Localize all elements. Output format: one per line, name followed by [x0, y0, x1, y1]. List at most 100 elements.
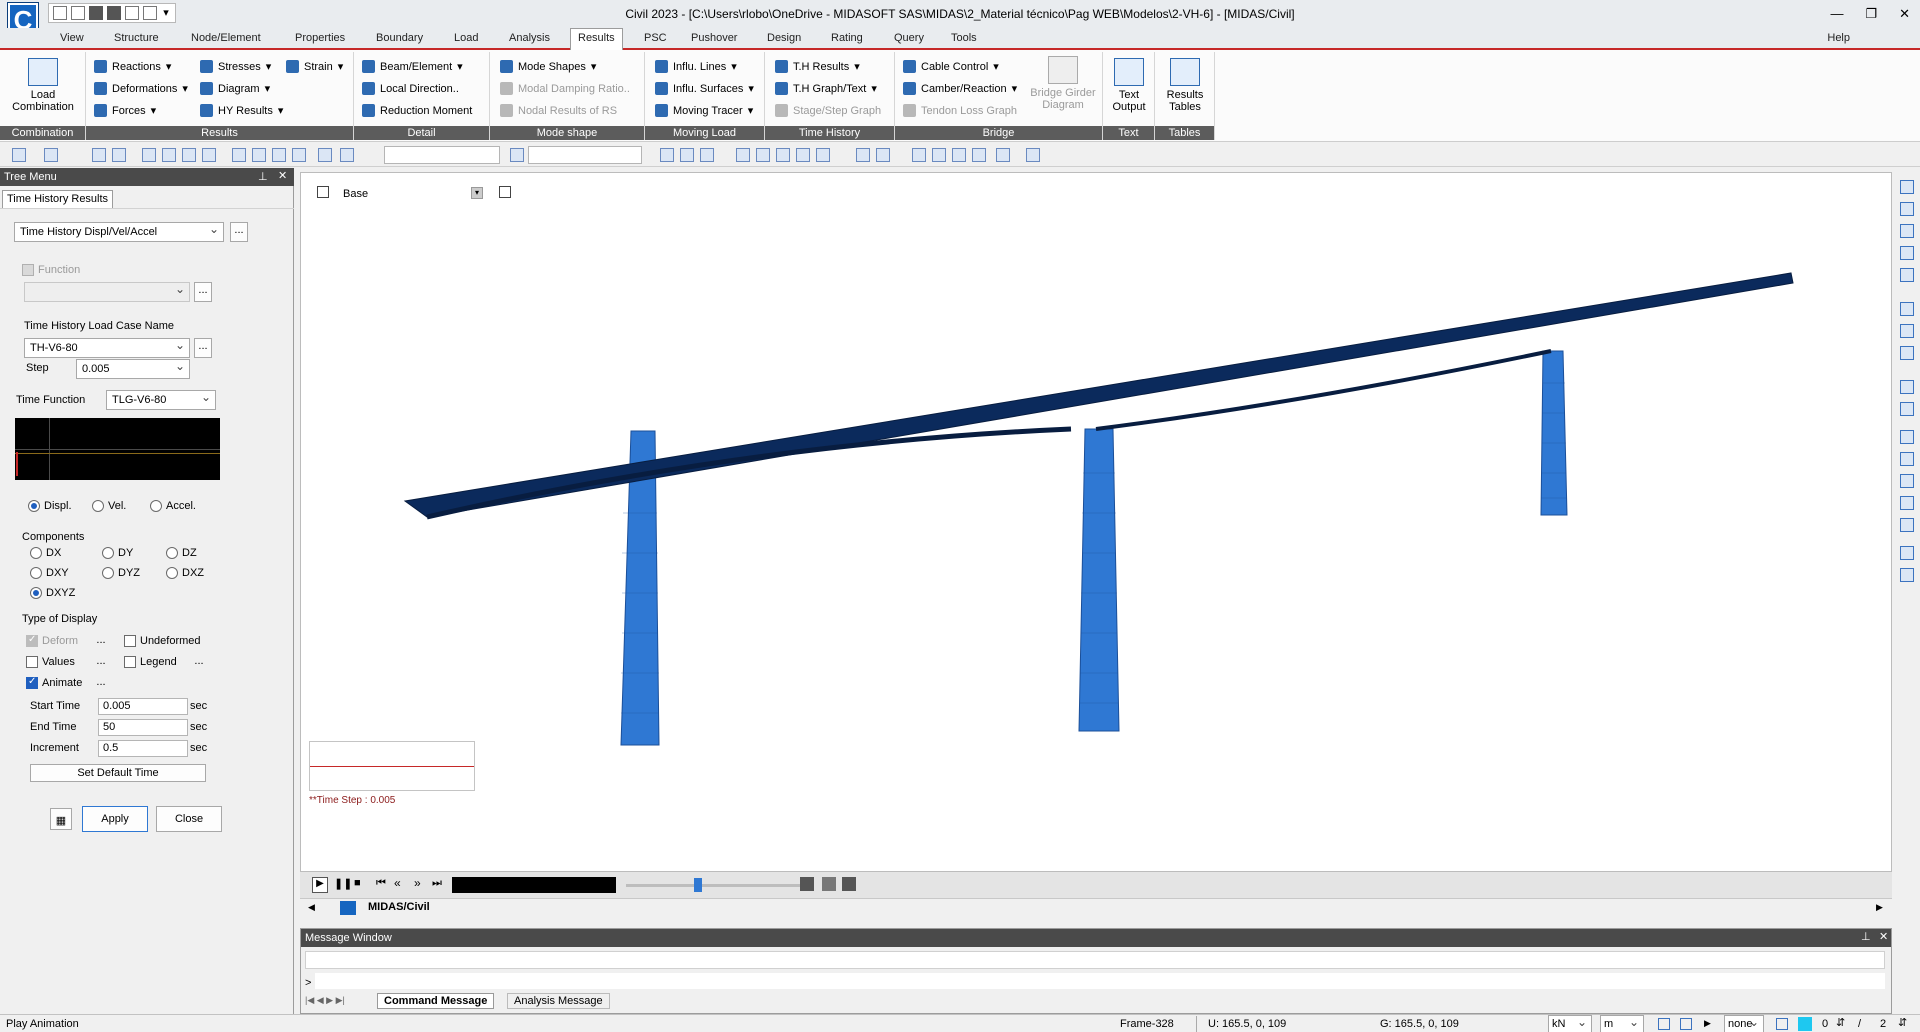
record-icon[interactable] — [800, 877, 814, 891]
scroll-left-icon[interactable]: ◀ — [308, 902, 315, 913]
legend-checkbox[interactable]: Legend — [124, 656, 177, 668]
selection-combo[interactable] — [384, 146, 500, 164]
pin-icon[interactable]: ⊥ — [258, 170, 268, 183]
labels-icon[interactable] — [1900, 430, 1914, 444]
scroll-right-icon[interactable]: ▶ — [1876, 902, 1883, 913]
strain-button[interactable]: Strain ▾ — [286, 60, 343, 73]
top-view-icon[interactable] — [796, 148, 810, 162]
activation-combo[interactable] — [528, 146, 642, 164]
capture-icon[interactable]: ▦ — [50, 808, 72, 830]
moving-tracer-button[interactable]: Moving Tracer ▾ — [655, 104, 753, 117]
select-volume-icon[interactable] — [182, 148, 196, 162]
influ-surfaces-button[interactable]: Influ. Surfaces ▾ — [655, 82, 754, 95]
redo-icon[interactable] — [44, 148, 58, 162]
snap-grid-icon[interactable] — [1680, 1018, 1692, 1030]
camber-reaction-button[interactable]: Camber/Reaction ▾ — [903, 82, 1017, 95]
restore-icon[interactable]: ❐ — [1865, 6, 1877, 22]
left-view-icon[interactable] — [816, 148, 830, 162]
load-display-icon[interactable] — [1900, 474, 1914, 488]
iso-view-icon[interactable] — [776, 148, 790, 162]
grid-icon[interactable] — [1900, 546, 1914, 560]
activate-icon[interactable] — [510, 148, 524, 162]
frame-slider-thumb[interactable] — [694, 878, 702, 892]
element-number-icon[interactable] — [876, 148, 890, 162]
forces-button[interactable]: Forces ▾ — [94, 104, 156, 117]
tab-analysis[interactable]: Analysis — [509, 32, 550, 44]
display-options-icon[interactable] — [1900, 380, 1914, 394]
select-all-icon[interactable] — [202, 148, 216, 162]
load-combination-button[interactable]: Load Combination — [8, 58, 78, 113]
initial-view-icon[interactable] — [1026, 148, 1040, 162]
apply-button[interactable]: Apply — [82, 806, 148, 832]
tab-tools[interactable]: Tools — [951, 32, 977, 44]
tab-query[interactable]: Query — [894, 32, 924, 44]
function-more-button[interactable]: ... — [194, 282, 212, 302]
spin-icon[interactable]: ⇵ — [1898, 1016, 1907, 1029]
zoom-in-icon[interactable] — [1900, 224, 1914, 238]
end-time-input[interactable]: 50 — [98, 719, 188, 736]
node-number-icon[interactable] — [856, 148, 870, 162]
animate-more-button[interactable]: ... — [92, 675, 110, 691]
perspective-icon[interactable] — [972, 148, 986, 162]
cable-control-button[interactable]: Cable Control ▾ — [903, 60, 999, 73]
tab-design[interactable]: Design — [767, 32, 801, 44]
text-output-button[interactable]: Text Output — [1107, 58, 1151, 113]
query-icon-status[interactable] — [1776, 1018, 1788, 1030]
query-icon[interactable] — [318, 148, 332, 162]
component-dyz-radio[interactable]: DYZ — [102, 567, 140, 579]
step-back-icon[interactable]: « — [394, 876, 401, 890]
misc-display-icon[interactable] — [1900, 496, 1914, 510]
select-plane-icon[interactable] — [162, 148, 176, 162]
zoom-window-icon[interactable] — [1900, 180, 1914, 194]
model-view[interactable]: Base ▾ **Time Step : 0.005 — [300, 172, 1892, 872]
mode-shapes-button[interactable]: Mode Shapes ▾ — [500, 60, 596, 73]
set-default-time-button[interactable]: Set Default Time — [30, 764, 206, 782]
component-dxyz-radio[interactable]: DXYZ — [30, 587, 75, 599]
step-select[interactable]: 0.005 — [76, 359, 190, 379]
load-case-more-button[interactable]: ... — [194, 338, 212, 358]
tab-pushover[interactable]: Pushover — [691, 32, 737, 44]
displ-radio[interactable]: Displ. — [28, 500, 72, 512]
component-dxz-radio[interactable]: DXZ — [166, 567, 204, 579]
beam-element-button[interactable]: Beam/Element ▾ — [362, 60, 463, 73]
component-dx-radio[interactable]: DX — [30, 547, 61, 559]
pan-icon[interactable] — [1900, 268, 1914, 282]
tab-structure[interactable]: Structure — [114, 32, 159, 44]
select-polygon-icon[interactable] — [112, 148, 126, 162]
reduction-moment-button[interactable]: Reduction Moment — [362, 104, 472, 117]
angle-view-icon[interactable] — [1900, 346, 1914, 360]
deformations-button[interactable]: Deformations ▾ — [94, 82, 188, 95]
close-button[interactable]: Close — [156, 806, 222, 832]
tab-properties[interactable]: Properties — [295, 32, 345, 44]
view-point-icon[interactable] — [1900, 402, 1914, 416]
select-identity-icon[interactable] — [272, 148, 286, 162]
last-frame-icon[interactable]: ⏭ — [432, 877, 442, 890]
rotate-icon[interactable] — [1900, 324, 1914, 338]
play-icon[interactable]: ▶ — [312, 877, 328, 893]
none-select[interactable]: none — [1724, 1015, 1764, 1032]
tab-nav-icons[interactable]: |◀ ◀ ▶ ▶| — [305, 995, 345, 1006]
zoom-fit-side-icon[interactable] — [1900, 202, 1914, 216]
help-menu[interactable]: Help — [1827, 32, 1850, 44]
tab-boundary[interactable]: Boundary — [376, 32, 423, 44]
front-view-icon[interactable] — [756, 148, 770, 162]
undo-icon[interactable] — [12, 148, 26, 162]
save-animation-icon[interactable] — [822, 877, 836, 891]
results-tables-button[interactable]: Results Tables — [1159, 58, 1211, 113]
force-unit-select[interactable]: kN — [1548, 1015, 1592, 1032]
ucs-icon[interactable] — [1900, 518, 1914, 532]
select-intersect-icon[interactable] — [142, 148, 156, 162]
tab-node-element[interactable]: Node/Element — [191, 32, 261, 44]
zoom-out-icon[interactable] — [1900, 246, 1914, 260]
th-graph-text-button[interactable]: T.H Graph/Text ▾ — [775, 82, 877, 95]
stresses-button[interactable]: Stresses ▾ — [200, 60, 271, 73]
reactions-button[interactable]: Reactions ▾ — [94, 60, 171, 73]
dynamic-zoom-icon[interactable] — [1900, 302, 1914, 316]
diagram-button[interactable]: Diagram ▾ — [200, 82, 270, 95]
time-function-select[interactable]: TLG-V6-80 — [106, 390, 216, 410]
values-more-button[interactable]: ... — [92, 654, 110, 670]
tab-analysis-message[interactable]: Analysis Message — [507, 993, 610, 1009]
message-pin-icon[interactable]: ⊥ — [1861, 930, 1871, 943]
hy-results-button[interactable]: HY Results ▾ — [200, 104, 283, 117]
load-case-select[interactable]: TH-V6-80 — [24, 338, 190, 358]
